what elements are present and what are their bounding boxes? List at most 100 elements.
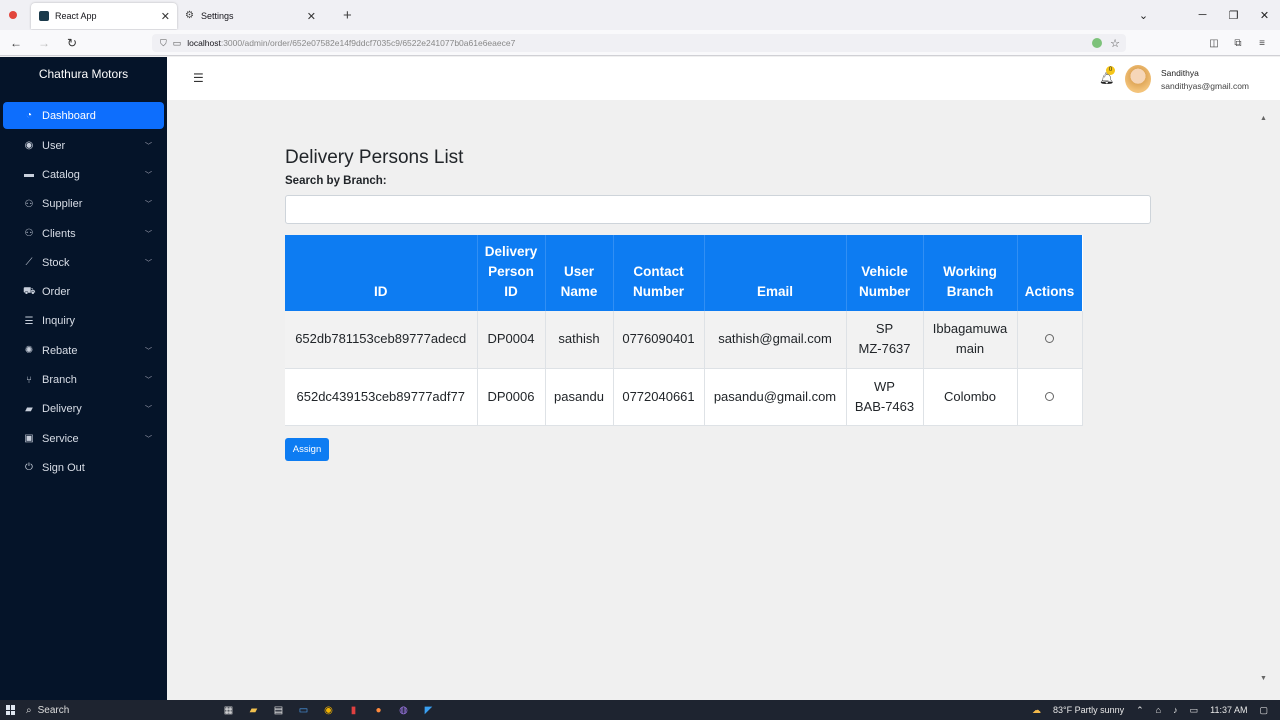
store-icon[interactable]: ▤ bbox=[266, 705, 291, 716]
sidebar-item-supplier[interactable]: ⚇ Supplier ﹀ bbox=[3, 190, 164, 219]
table-row: 652db781153ceb89777adecd DP0004 sathish … bbox=[285, 311, 1083, 369]
assign-button[interactable]: Assign bbox=[285, 438, 329, 461]
window-controls: ⌄ ─ ❐ ✕ bbox=[1128, 0, 1280, 30]
branch-icon: ⑂ bbox=[26, 374, 32, 386]
forward-icon[interactable]: → bbox=[32, 36, 56, 50]
chart-line-icon: ⟋ bbox=[25, 257, 33, 269]
notification-bell-icon[interactable]: 🔔︎ 0 bbox=[1099, 66, 1115, 85]
delivery-persons-table: ID Delivery Person ID User Name Contact Numb… bbox=[285, 235, 1083, 426]
network-icon[interactable]: ⌂ bbox=[1156, 705, 1161, 715]
close-tab-icon[interactable]: ✕ bbox=[307, 10, 316, 23]
tab-react-app[interactable]: React App ✕ bbox=[31, 3, 177, 29]
branch-search-input[interactable] bbox=[285, 195, 1151, 224]
clock[interactable]: 11:37 AM bbox=[1210, 705, 1247, 715]
cell-id: 652db781153ceb89777adecd bbox=[285, 311, 478, 369]
gear-icon: ⚙ bbox=[185, 10, 194, 21]
sidebar-item-clients[interactable]: ⚇ Clients ﹀ bbox=[3, 219, 164, 248]
column-header-id: ID bbox=[285, 235, 478, 311]
close-tab-icon[interactable]: ✕ bbox=[161, 10, 170, 23]
sidebar-item-label: Sign Out bbox=[42, 461, 85, 474]
minimize-icon[interactable]: ─ bbox=[1187, 9, 1218, 21]
sidebar-item-service[interactable]: ▣ Service ﹀ bbox=[3, 424, 164, 453]
windows-start-icon[interactable] bbox=[6, 705, 16, 715]
tray-chevron-icon[interactable]: ⌃ bbox=[1136, 705, 1144, 716]
sidebar-item-sign-out[interactable]: ⏻ Sign Out bbox=[3, 453, 164, 482]
chevron-down-icon: ﹀ bbox=[145, 347, 152, 355]
column-header-contact-number: Contact Number bbox=[613, 235, 705, 311]
cell-user-name: pasandu bbox=[545, 368, 614, 426]
chevron-down-icon: ﹀ bbox=[145, 230, 152, 238]
reload-icon[interactable]: ↻ bbox=[60, 36, 84, 50]
firefox-view-icon[interactable] bbox=[9, 11, 17, 19]
hamburger-menu-icon[interactable]: ☰ bbox=[193, 71, 204, 85]
taskbar-search-label: Search bbox=[37, 704, 70, 716]
list-tabs-icon[interactable]: ⌄ bbox=[1128, 9, 1159, 22]
sidebar-item-order[interactable]: ⛟ Order bbox=[3, 277, 164, 306]
scroll-up-icon[interactable]: ▲ bbox=[1257, 115, 1270, 122]
new-tab-icon[interactable]: + bbox=[343, 7, 352, 24]
user-name: Sandithya bbox=[1161, 68, 1199, 78]
volume-icon[interactable]: ♪ bbox=[1173, 705, 1178, 715]
chevron-down-icon: ﹀ bbox=[145, 435, 152, 443]
sidebar-item-branch[interactable]: ⑂ Branch ﹀ bbox=[3, 365, 164, 394]
firefox-icon[interactable]: ● bbox=[366, 705, 391, 716]
sidebar-item-stock[interactable]: ⟋ Stock ﹀ bbox=[3, 248, 164, 277]
scroll-down-icon[interactable]: ▼ bbox=[1257, 675, 1270, 682]
react-favicon-icon bbox=[39, 11, 49, 21]
bookmark-star-icon[interactable]: ☆ bbox=[1110, 37, 1120, 50]
notifications-icon[interactable]: ▢ bbox=[1259, 705, 1268, 716]
people-icon: ⚇ bbox=[24, 228, 34, 240]
avatar[interactable] bbox=[1125, 65, 1151, 93]
extensions-icon[interactable]: ⧉ bbox=[1226, 38, 1250, 49]
sidebar-item-label: Supplier bbox=[42, 198, 83, 211]
chrome-icon[interactable]: ◉ bbox=[316, 705, 341, 716]
user-email: sandithyas@gmail.com bbox=[1161, 81, 1249, 91]
page-scrollbar[interactable]: ▲ ▼ bbox=[1257, 100, 1280, 700]
obs-icon[interactable]: ◍ bbox=[391, 705, 416, 716]
weather-icon[interactable]: ☁ bbox=[1032, 705, 1041, 716]
battery-icon[interactable]: ▭ bbox=[1190, 705, 1199, 716]
url-bar[interactable]: ⛉ ▭ localhost :3000/admin/order/652e0758… bbox=[152, 34, 1126, 52]
file-explorer-icon[interactable]: ▰ bbox=[241, 705, 266, 716]
extension-icon[interactable] bbox=[1092, 38, 1102, 48]
task-view-icon[interactable]: ▦ bbox=[216, 705, 241, 716]
browser-nav-bar: ← → ↻ ⛉ ▭ localhost :3000/admin/order/65… bbox=[0, 30, 1280, 56]
app-red-icon[interactable]: ▮ bbox=[341, 705, 366, 716]
sidebar-item-inquiry[interactable]: ☰ Inquiry bbox=[3, 307, 164, 336]
weather-text: 83°F Partly sunny bbox=[1052, 705, 1125, 715]
pocket-icon[interactable]: ◫ bbox=[1202, 38, 1226, 49]
sidebar-item-rebate[interactable]: ✺ Rebate ﹀ bbox=[3, 336, 164, 365]
box-icon: ▬ bbox=[24, 169, 34, 181]
sidebar-item-label: Delivery bbox=[42, 403, 82, 416]
signout-icon: ⏻ bbox=[25, 462, 33, 474]
back-icon[interactable]: ← bbox=[4, 36, 28, 50]
tab-settings[interactable]: ⚙ Settings ✕ bbox=[177, 3, 323, 29]
column-header-email: Email bbox=[704, 235, 847, 311]
mail-icon[interactable]: ▭ bbox=[291, 705, 316, 716]
shield-icon[interactable]: ⛉ bbox=[160, 38, 167, 49]
search-icon: ⌕ bbox=[26, 704, 32, 716]
cell-branch: Colombo bbox=[923, 368, 1018, 426]
page-info-icon[interactable]: ▭ bbox=[173, 38, 182, 49]
menu-icon[interactable]: ≡ bbox=[1250, 38, 1274, 49]
sidebar-item-dashboard[interactable]: ◔ Dashboard bbox=[3, 102, 164, 129]
dashboard-icon: ◔ bbox=[25, 110, 33, 121]
chevron-down-icon: ﹀ bbox=[145, 201, 152, 209]
restore-icon[interactable]: ❐ bbox=[1218, 9, 1249, 22]
sidebar-item-user[interactable]: ◉ User ﹀ bbox=[3, 131, 164, 160]
cell-user-name: sathish bbox=[545, 311, 614, 369]
truck-icon: ▰ bbox=[25, 403, 33, 415]
sidebar-item-catalog[interactable]: ▬ Catalog ﹀ bbox=[3, 160, 164, 189]
cell-person-id: DP0006 bbox=[477, 368, 546, 426]
cell-branch: Ibbagamuwa main bbox=[923, 311, 1018, 369]
cell-contact: 0772040661 bbox=[613, 368, 705, 426]
cell-vehicle: SP MZ-7637 bbox=[846, 311, 924, 369]
vscode-icon[interactable]: ◤ bbox=[416, 705, 441, 716]
tab-label: Settings bbox=[201, 11, 234, 21]
close-window-icon[interactable]: ✕ bbox=[1249, 9, 1280, 22]
select-radio[interactable] bbox=[1045, 391, 1054, 401]
taskbar-search[interactable]: ⌕ Search bbox=[26, 702, 176, 718]
select-radio[interactable] bbox=[1045, 334, 1054, 344]
sidebar-item-label: User bbox=[42, 139, 66, 152]
sidebar-item-delivery[interactable]: ▰ Delivery ﹀ bbox=[3, 395, 164, 424]
